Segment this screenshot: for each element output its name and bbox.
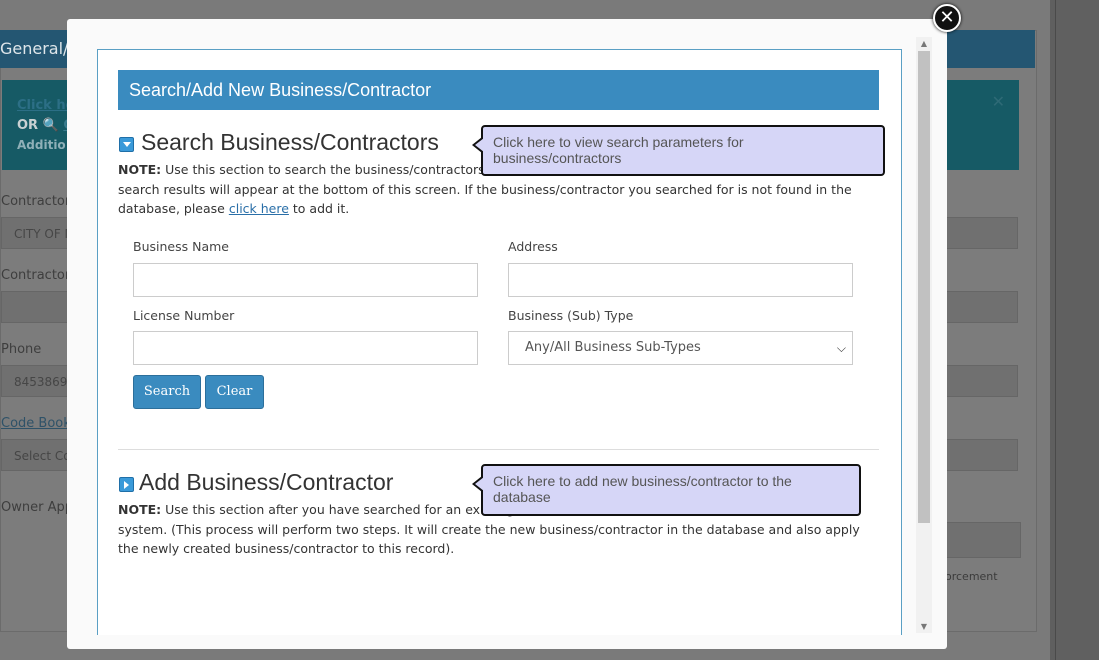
background-label-contractor: Contractor [1,194,71,209]
search-button[interactable]: Search [133,375,201,409]
business-name-input[interactable] [133,263,478,297]
scroll-down-icon[interactable]: ▼ [916,622,932,631]
search-parameters-tooltip: Click here to view search parameters for… [472,125,885,176]
license-number-input[interactable] [133,331,478,365]
business-type-value: Any/All Business Sub-Types [525,340,701,355]
background-alert-close-icon: ✕ [991,92,1005,111]
business-type-label: Business (Sub) Type [508,308,634,323]
background-alert-or: OR 🔍 C [17,118,73,133]
chevron-down-icon: ⌵ [836,341,846,355]
scroll-up-icon[interactable]: ▲ [916,39,932,48]
background-label-phone: Phone [1,342,42,357]
add-business-link[interactable]: click here [229,201,289,216]
background-code-book-link: Code Book [1,416,71,431]
add-section-heading[interactable]: Add Business/Contractor [139,469,393,496]
modal-content: Search/Add New Business/Contractor Searc… [97,49,902,635]
add-business-tooltip: Click here to add new business/contracto… [472,464,861,516]
modal-scrollbar[interactable]: ▲ ▼ [916,37,932,633]
close-icon[interactable]: ✕ [933,4,961,32]
background-label-owner: Owner App [1,500,73,515]
background-label-contractor-2: Contractor [1,268,71,283]
expand-toggle-icon[interactable] [119,477,134,492]
scrollbar-thumb[interactable] [918,51,930,523]
search-add-modal: Search/Add New Business/Contractor Searc… [67,19,947,649]
address-label: Address [508,239,558,254]
section-divider [118,449,879,450]
business-name-label: Business Name [133,239,229,254]
license-number-label: License Number [133,308,235,323]
modal-title: Search/Add New Business/Contractor [118,70,879,110]
background-footer-text: orcement [945,570,998,583]
business-type-select[interactable]: Any/All Business Sub-Types ⌵ [508,331,853,365]
clear-button[interactable]: Clear [205,375,264,409]
address-input[interactable] [508,263,853,297]
collapse-toggle-icon[interactable] [119,137,134,152]
search-section-heading[interactable]: Search Business/Contractors [141,129,439,156]
background-right-strip [1055,0,1099,660]
background-alert-text: Additio [17,138,66,152]
